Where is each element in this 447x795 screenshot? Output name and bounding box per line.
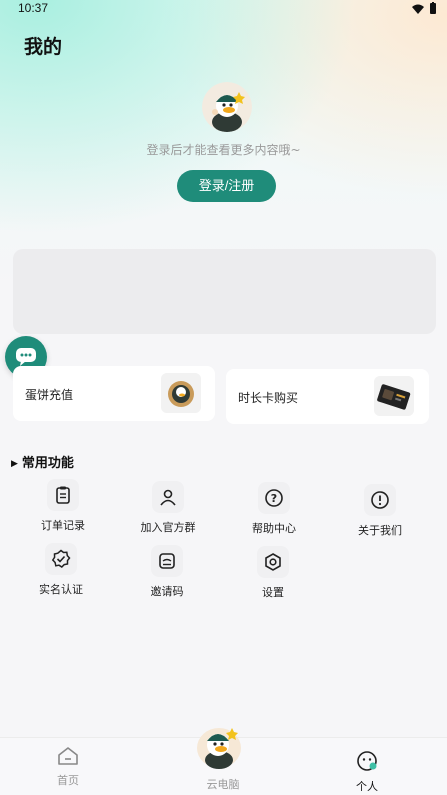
common-functions-label: 常用功能 (21, 456, 74, 471)
nav-home-label: 首页 (57, 774, 79, 787)
order-records-item[interactable]: 订单记录 (23, 479, 103, 533)
invite-code-label: 邀请码 (150, 585, 184, 598)
settings-hexagon-icon (257, 546, 289, 578)
person-icon (152, 481, 184, 513)
common-functions-title: ▶ 常用功能 (11, 452, 74, 471)
time-card-label: 时长卡购买 (238, 391, 299, 405)
about-us-label: 关于我们 (358, 524, 402, 537)
login-register-button[interactable]: 登录/注册 (177, 170, 276, 202)
settings-label: 设置 (262, 586, 284, 599)
about-us-item[interactable]: 关于我们 (340, 484, 420, 538)
question-circle-icon: ? (258, 482, 290, 514)
real-name-verification-item[interactable]: 实名认证 (21, 543, 101, 597)
login-hint-text: 登录后才能查看更多内容哦~ (146, 143, 301, 157)
recharge-label: 蛋饼充值 (25, 388, 74, 402)
info-circle-icon (364, 484, 396, 516)
order-records-label: 订单记录 (41, 519, 85, 532)
svg-text:?: ? (271, 492, 277, 505)
help-center-label: 帮助中心 (252, 522, 296, 535)
recharge-mascot-image (161, 373, 201, 413)
chat-bubble-icon (16, 348, 36, 366)
time-card-image (374, 376, 414, 416)
status-time: 10:37 (18, 1, 49, 15)
caret-right-icon: ▶ (11, 459, 18, 469)
nav-profile[interactable]: 个人 (332, 750, 402, 794)
nav-home[interactable]: 首页 (33, 746, 103, 788)
nav-cloud-pc-mascot[interactable] (194, 722, 244, 770)
clipboard-icon (47, 479, 79, 511)
profile-smile-icon (357, 751, 377, 771)
time-card-purchase-card[interactable]: 时长卡购买 (226, 369, 429, 424)
nav-cloud-pc-label[interactable]: 云电脑 (188, 776, 258, 792)
mascot-avatar[interactable] (202, 82, 252, 132)
wifi-icon (411, 4, 424, 14)
verified-badge-icon (45, 543, 77, 575)
page-title: 我的 (24, 36, 63, 58)
recharge-card[interactable]: 蛋饼充值 (13, 366, 215, 421)
invite-code-item[interactable]: 邀请码 (127, 545, 207, 599)
help-center-item[interactable]: ? 帮助中心 (234, 482, 314, 536)
banner-placeholder[interactable] (13, 249, 436, 334)
battery-icon (430, 2, 436, 14)
home-icon (58, 747, 78, 765)
real-name-verification-label: 实名认证 (39, 583, 83, 596)
settings-item[interactable]: 设置 (233, 546, 313, 600)
status-icons (411, 2, 438, 17)
status-bar: 10:37 (0, 0, 447, 18)
nav-profile-label: 个人 (356, 780, 378, 793)
join-official-group-item[interactable]: 加入官方群 (128, 481, 208, 535)
invite-card-icon (151, 545, 183, 577)
join-official-group-label: 加入官方群 (140, 521, 196, 534)
